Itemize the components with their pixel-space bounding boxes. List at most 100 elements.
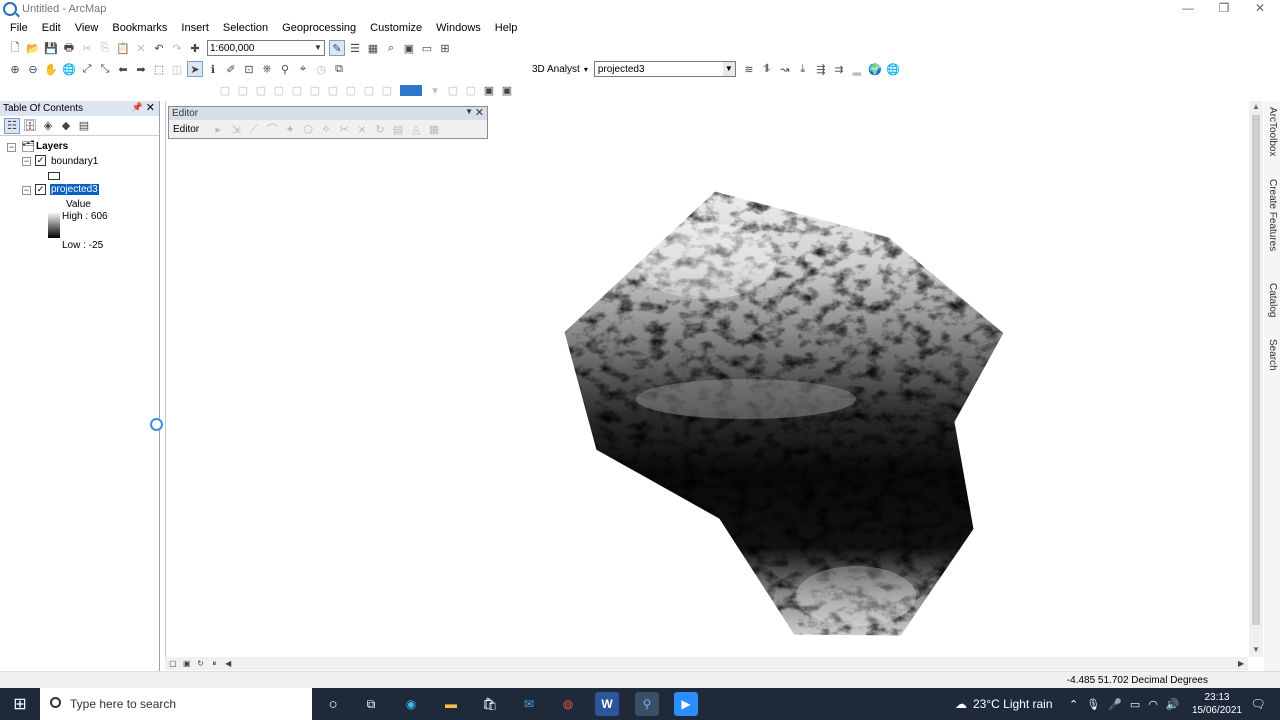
menu-geoprocessing[interactable]: Geoprocessing [282,22,356,34]
copy-icon[interactable]: ⎘ [97,40,113,56]
word-icon[interactable]: W [595,692,619,716]
undo-icon[interactable]: ↶ [151,40,167,56]
cut-polygons-icon[interactable]: ✂ [336,121,352,137]
arcmap-taskbar-icon[interactable]: ⚲ [635,692,659,716]
microsoft-store-icon[interactable]: 🛍 [478,692,502,716]
edit-vertices-icon[interactable]: ⬠ [300,121,316,137]
draw-tool-icon[interactable]: ▢ [307,82,323,98]
table-of-contents-icon[interactable]: ☰ [347,40,363,56]
editor-toolbar-titlebar[interactable]: Editor ▼ ✕ [169,107,487,120]
refresh-icon[interactable]: ↻ [195,658,207,669]
taskbar-search-box[interactable]: Type here to search [40,688,312,720]
pin-icon[interactable]: 📌 [132,102,143,113]
draw-tool-icon[interactable]: ▣ [499,82,515,98]
chevron-down-icon[interactable]: ▼ [722,62,735,76]
map-scale-combobox[interactable]: 1:600,000 ▼ [207,40,325,56]
rotate-icon[interactable]: ↻ [372,121,388,137]
pause-drawing-icon[interactable]: ⏸ [208,658,220,669]
edge-browser-icon[interactable]: ◉ [399,692,423,716]
menu-view[interactable]: View [75,22,99,34]
back-extent-icon[interactable]: ⬅ [115,61,131,77]
microphone-icon[interactable]: 🎙 [1086,698,1100,711]
weather-widget[interactable]: ☁ 23°C Light rain [955,688,1053,720]
clear-selection-icon[interactable]: ◫ [169,61,185,77]
zoom-in-icon[interactable]: ⊕ [7,61,23,77]
draw-tool-icon[interactable]: ▢ [445,82,461,98]
redo-icon[interactable]: ↷ [169,40,185,56]
identify-icon[interactable]: ℹ [205,61,221,77]
point-profile-icon[interactable]: ⤓ [795,61,811,77]
wifi-icon[interactable]: ◠ [1148,698,1158,711]
draw-tool-icon[interactable]: ▢ [463,82,479,98]
options-icon[interactable]: ▤ [76,118,92,134]
select-elements-icon[interactable]: ➤ [187,61,203,77]
fixed-zoom-out-icon[interactable]: ⤡ [97,61,113,77]
collapse-icon[interactable]: − [22,157,31,166]
attributes-icon[interactable]: ▤ [390,121,406,137]
editor-menu[interactable]: Editor [173,124,199,135]
select-features-icon[interactable]: ⬚ [151,61,167,77]
menu-windows[interactable]: Windows [436,22,481,34]
save-icon[interactable]: 💾 [43,40,59,56]
menu-customize[interactable]: Customize [370,22,422,34]
collapse-icon[interactable]: − [7,143,16,152]
forward-extent-icon[interactable]: ➡ [133,61,149,77]
draw-tool-icon[interactable]: ▢ [325,82,341,98]
time-slider-icon[interactable]: ◷ [313,61,329,77]
chevron-down-icon[interactable]: ▾ [427,82,443,98]
draw-tool-icon[interactable]: ▣ [481,82,497,98]
layout-view-icon[interactable]: ▣ [181,658,193,669]
minimize-button[interactable]: — [1170,0,1206,18]
split-icon[interactable]: ⨯ [354,121,370,137]
list-by-drawing-order-icon[interactable]: ☷ [4,117,20,134]
list-by-visibility-icon[interactable]: ◈ [40,118,56,134]
straight-segment-icon[interactable]: ⟋ [246,121,262,137]
scroll-right-icon[interactable]: ▶ [1235,658,1247,669]
close-button[interactable]: ✕ [1242,0,1278,18]
interpolate-polygon-icon[interactable]: ⇉ [831,61,847,77]
microphone-icon[interactable]: 🎤 [1108,698,1122,711]
layer-projected3[interactable]: projected3 [50,184,99,195]
line-of-sight-icon[interactable]: ↝ [777,61,793,77]
python-window-icon[interactable]: ▭ [419,40,435,56]
point-icon[interactable]: ✦ [282,121,298,137]
model-builder-icon[interactable]: ⊞ [437,40,453,56]
cut-icon[interactable]: ✂ [79,40,95,56]
reshape-icon[interactable]: ⟡ [318,121,334,137]
dock-tab-create-features[interactable]: Create Features [1266,179,1278,251]
file-explorer-icon[interactable]: ▬ [439,692,463,716]
scroll-down-icon[interactable]: ▼ [1249,645,1263,654]
close-icon[interactable]: ✕ [146,101,155,114]
chevron-down-icon[interactable]: ▼ [465,107,473,116]
restore-button[interactable]: ❐ [1206,0,1242,18]
profile-graph-icon[interactable]: ▂ [849,61,865,77]
map-display[interactable] [165,101,1248,657]
close-icon[interactable]: ✕ [475,106,484,119]
chevron-down-icon[interactable]: ▾ [584,65,588,74]
paste-icon[interactable]: 📋 [115,40,131,56]
catalog-window-icon[interactable]: ▦ [365,40,381,56]
menu-edit[interactable]: Edit [42,22,61,34]
zoom-out-icon[interactable]: ⊖ [25,61,41,77]
scroll-left-icon[interactable]: ◀ [222,658,234,669]
create-features-icon[interactable]: ▦ [426,121,442,137]
open-folder-icon[interactable]: 📂 [25,40,41,56]
find-icon[interactable]: ⎈ [259,61,275,77]
taskbar-clock[interactable]: 23:13 15/06/2021 [1192,691,1242,717]
volume-icon[interactable]: 🔊 [1166,698,1180,711]
contour-icon[interactable]: ≋ [741,61,757,77]
notifications-icon[interactable]: 🗨 [1246,692,1270,716]
3d-analyst-layer-select[interactable]: projected3 ▼ [593,61,736,77]
mail-icon[interactable]: ✉ [517,692,541,716]
find-route-icon[interactable]: ⚲ [277,61,293,77]
chevron-up-icon[interactable]: ⌃ [1069,698,1078,711]
arcglobe-icon[interactable]: 🌐 [885,61,901,77]
layer-boundary1[interactable]: boundary1 [51,156,98,167]
new-document-icon[interactable]: 🗋 [7,40,23,56]
list-by-selection-icon[interactable]: ◆ [58,118,74,134]
steepest-path-icon[interactable]: ⥮ [759,61,775,77]
sketch-properties-icon[interactable]: ◬ [408,121,424,137]
draw-tool-icon[interactable]: ▢ [271,82,287,98]
menu-insert[interactable]: Insert [181,22,209,34]
fill-color-swatch[interactable] [400,84,422,96]
